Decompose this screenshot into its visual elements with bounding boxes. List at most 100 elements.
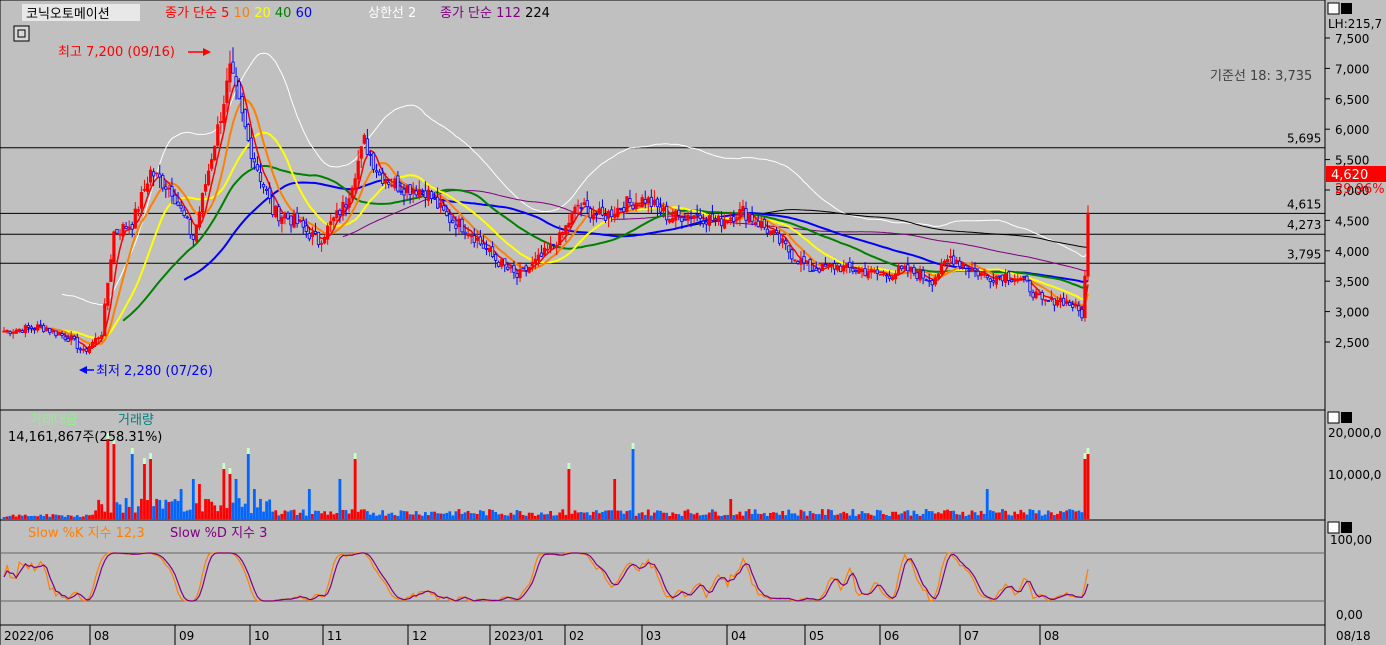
volume-bar [314, 510, 317, 519]
volume-bar [601, 511, 604, 519]
volume-bar [20, 515, 24, 519]
volume-bar [976, 515, 980, 519]
volume-bar [790, 513, 794, 519]
settings-icon[interactable] [13, 25, 30, 42]
candle-body [8, 331, 12, 334]
volume-bar [591, 511, 595, 519]
volume-bar [280, 513, 284, 519]
candle-body [710, 213, 715, 221]
volume-bar [1007, 514, 1011, 519]
candle-body [661, 207, 666, 212]
candle-body [136, 209, 140, 212]
volume-bar-top [228, 468, 232, 474]
candle-body [747, 214, 751, 223]
candle-body [426, 189, 431, 201]
volume-bar [482, 511, 485, 519]
candle-body [719, 218, 724, 227]
candle-body [646, 197, 650, 204]
volume-bar [653, 512, 656, 519]
candle-body [258, 172, 263, 182]
candle-body [323, 236, 327, 244]
volume-bar [338, 479, 342, 519]
volume-bar [301, 509, 305, 519]
volume-bar [78, 516, 82, 519]
volume-bar [158, 499, 162, 519]
candle-body [536, 254, 540, 261]
candle-body [63, 336, 67, 340]
candle-body [985, 275, 989, 279]
candle-body [634, 202, 638, 209]
candle-body [649, 196, 653, 207]
volume-bar [33, 515, 36, 519]
candle-body [942, 260, 947, 265]
candle-body [964, 264, 968, 269]
ma2-legend-item: 224 [525, 6, 550, 21]
candle-body [530, 262, 534, 267]
candle-body [84, 348, 89, 352]
volume-bar [225, 507, 229, 519]
volume-bar [741, 515, 745, 519]
volume-bar [616, 510, 620, 519]
candle-body [548, 243, 553, 250]
candle-body [167, 187, 171, 190]
volume-bar [558, 512, 562, 519]
candle-body [45, 328, 49, 332]
volume-bar [1004, 510, 1007, 519]
candle-body [35, 324, 40, 331]
volume-bar [112, 444, 116, 519]
volume-bar [283, 510, 287, 519]
stock-name[interactable]: 코닉오토메이션 [26, 7, 110, 22]
candle-body [170, 186, 174, 197]
candle-body [1055, 301, 1060, 306]
candle-body [869, 268, 873, 272]
candle-body [439, 202, 443, 208]
volume-bar [561, 509, 565, 519]
volume-bar [124, 498, 128, 519]
x-axis-label: 07 [964, 629, 979, 643]
candle-body [866, 272, 870, 279]
candle-body [29, 326, 34, 329]
volume-bar [106, 439, 110, 519]
candle-body [997, 275, 1002, 278]
volume-bar [582, 512, 586, 519]
volume-bar [845, 513, 849, 519]
volume-bar [851, 509, 855, 519]
stoch-i-button[interactable] [1341, 522, 1352, 533]
volume-bar [863, 513, 867, 519]
volume-bar [646, 509, 650, 519]
candle-body [1040, 292, 1044, 300]
volume-i-button[interactable] [1341, 412, 1352, 423]
volume-bar [946, 509, 949, 519]
candle-body [524, 265, 528, 271]
candle-body [552, 244, 556, 246]
volume-l-button[interactable] [1327, 411, 1340, 424]
volume-bar [185, 510, 189, 519]
candle-body [799, 258, 803, 265]
candle-body [1031, 292, 1035, 298]
candle-body [921, 270, 925, 279]
volume-bar [326, 514, 330, 519]
volume-bar [988, 510, 992, 519]
candle-body [158, 173, 162, 178]
candle-body [368, 154, 373, 156]
volume-bar [1010, 515, 1014, 519]
volume-bar [286, 511, 290, 519]
candle-body [210, 159, 214, 169]
stoch-l-button[interactable] [1327, 521, 1340, 534]
volume-bar [906, 510, 910, 519]
i-button[interactable] [1341, 3, 1352, 14]
volume-bar [781, 510, 785, 519]
candle-body [976, 270, 980, 277]
l-button[interactable] [1327, 2, 1340, 15]
candle-body [713, 218, 718, 221]
candle-body [900, 265, 904, 270]
volume-bar [277, 515, 281, 519]
candle-body [875, 269, 879, 274]
volume-bar [756, 513, 760, 519]
volume-bar [1013, 511, 1017, 519]
volume-bar [81, 516, 85, 519]
candle-body [906, 264, 910, 272]
candle-body [466, 233, 470, 237]
volume-bar [323, 511, 327, 519]
candle-body [344, 204, 348, 208]
